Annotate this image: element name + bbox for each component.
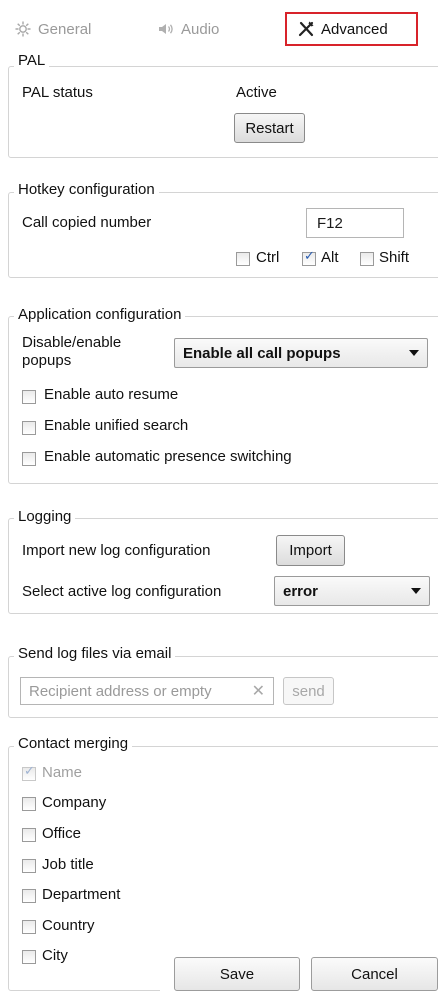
save-button[interactable]: Save: [174, 957, 300, 991]
hotkey-value: F12: [317, 214, 343, 232]
merge-city-label: City: [42, 947, 68, 964]
merge-department-label: Department: [42, 886, 121, 903]
popups-select[interactable]: Enable all call popups: [174, 338, 428, 368]
merge-office-checkbox[interactable]: [22, 828, 36, 842]
clear-icon[interactable]: ✕: [252, 681, 265, 701]
merge-office-label: Office: [42, 825, 81, 842]
contact-merging-group-title: Contact merging: [14, 735, 133, 752]
select-log-label: Select active log configuration: [22, 583, 222, 600]
tab-audio-label: Audio: [181, 20, 220, 38]
restart-button[interactable]: Restart: [234, 113, 305, 143]
pal-group: [8, 66, 438, 158]
pal-group-title: PAL: [14, 52, 50, 69]
presence-switching-label: Enable automatic presence switching: [44, 448, 292, 465]
recipient-input[interactable]: Recipient address or empty ✕: [20, 677, 274, 705]
gear-icon: [14, 20, 32, 38]
tab-general-label: General: [38, 20, 92, 38]
unified-search-checkbox[interactable]: [22, 421, 36, 435]
merge-name-checkbox[interactable]: [22, 764, 36, 781]
auto-resume-checkbox[interactable]: [22, 390, 36, 404]
alt-checkbox[interactable]: [302, 249, 316, 266]
merge-city-checkbox[interactable]: [22, 950, 36, 964]
tab-general[interactable]: General: [14, 14, 91, 44]
merge-job-title-label: Job title: [42, 856, 94, 873]
cancel-button[interactable]: Cancel: [311, 957, 438, 991]
merge-job-title-checkbox[interactable]: [22, 859, 36, 873]
shift-checkbox[interactable]: [360, 252, 374, 266]
app-config-group-title: Application configuration: [14, 306, 186, 323]
pal-status-value: Active: [236, 84, 277, 101]
pal-status-label: PAL status: [22, 84, 93, 101]
import-button[interactable]: Import: [276, 535, 345, 566]
auto-resume-label: Enable auto resume: [44, 386, 179, 403]
speaker-icon: [157, 20, 175, 38]
merge-company-label: Company: [42, 794, 107, 811]
log-config-select-value: error: [283, 582, 319, 600]
merge-name-label: Name: [42, 764, 83, 781]
hotkey-group-title: Hotkey configuration: [14, 181, 159, 198]
unified-search-label: Enable unified search: [44, 417, 189, 434]
presence-switching-checkbox[interactable]: [22, 452, 36, 466]
chevron-down-icon: [409, 350, 419, 356]
recipient-placeholder: Recipient address or empty: [29, 682, 212, 700]
import-log-label: Import new log configuration: [22, 542, 211, 559]
hotkey-field[interactable]: F12: [306, 208, 404, 238]
merge-country-checkbox[interactable]: [22, 920, 36, 934]
send-button[interactable]: send: [283, 677, 334, 705]
alt-label: Alt: [321, 249, 339, 266]
tools-icon: [297, 20, 315, 38]
popups-label: Disable/enable popups: [22, 334, 122, 369]
ctrl-checkbox[interactable]: [236, 252, 250, 266]
chevron-down-icon: [411, 588, 421, 594]
shift-label: Shift: [379, 249, 410, 266]
merge-country-label: Country: [42, 917, 95, 934]
logging-group-title: Logging: [14, 508, 76, 525]
merge-company-checkbox[interactable]: [22, 797, 36, 811]
send-logs-group-title: Send log files via email: [14, 645, 176, 662]
tab-advanced[interactable]: Advanced: [285, 12, 418, 46]
ctrl-label: Ctrl: [256, 249, 280, 266]
tab-audio[interactable]: Audio: [157, 14, 219, 44]
merge-department-checkbox[interactable]: [22, 889, 36, 903]
popups-select-value: Enable all call popups: [183, 344, 341, 362]
log-config-select[interactable]: error: [274, 576, 430, 606]
tab-advanced-label: Advanced: [321, 20, 388, 38]
call-copied-number-label: Call copied number: [22, 214, 152, 231]
